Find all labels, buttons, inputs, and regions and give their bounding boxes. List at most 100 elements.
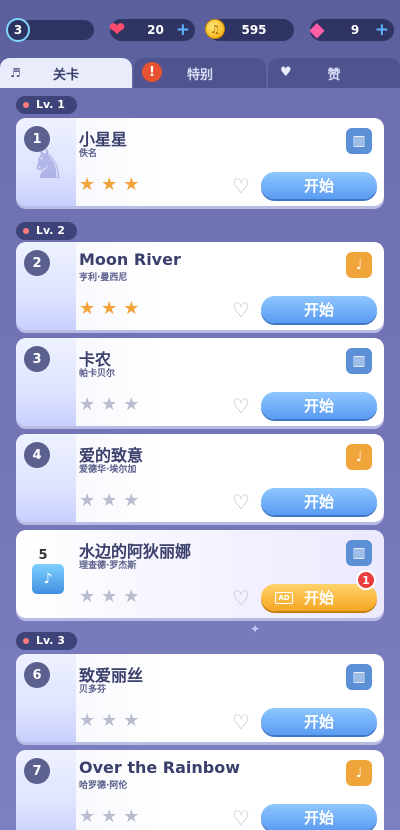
- star-empty-icon: ★: [123, 490, 140, 511]
- tab-bar: ♬ 关卡 ! 特别 ♥ 赞: [0, 58, 400, 88]
- gems-value: 9: [350, 23, 360, 37]
- notification-badge: 1: [356, 570, 376, 590]
- coin-icon: ♫: [202, 16, 228, 42]
- hearts-counter: ❤ 20 +: [109, 17, 195, 41]
- level-header-2: Lv. 2: [16, 222, 77, 240]
- song-title: Over the Rainbow: [79, 758, 241, 777]
- add-hearts-button[interactable]: +: [176, 20, 190, 40]
- favorite-heart-icon[interactable]: ♡: [232, 176, 250, 196]
- player-level-badge[interactable]: 3: [6, 18, 30, 42]
- song-number: 2: [24, 250, 50, 276]
- star-empty-icon: ★: [101, 586, 118, 607]
- start-button[interactable]: 开始: [261, 392, 377, 419]
- star-empty-icon: ★: [79, 394, 96, 415]
- add-gems-button[interactable]: +: [375, 20, 389, 40]
- song-card[interactable]: 4 爱的致意 爱德华·埃尔加 ★ ★ ★ ♡ 开始 ♩: [16, 434, 384, 522]
- song-number: 7: [24, 758, 50, 784]
- start-button-label: 开始: [303, 713, 334, 731]
- sparkle-icon: ✦: [250, 622, 261, 636]
- music-box-icon: ♪: [32, 564, 64, 594]
- star-rating: ★ ★ ★: [79, 492, 139, 510]
- song-number: 1: [24, 126, 50, 152]
- guitar-icon: ♩: [346, 760, 372, 786]
- song-card[interactable]: 7 Over the Rainbow 哈罗德·阿伦 ★ ★ ★ ♡ 开始 ♩: [16, 750, 384, 830]
- heart-icon: ❤: [108, 17, 126, 41]
- heart-icon: ♥: [280, 65, 292, 80]
- star-filled-icon: ★: [79, 298, 96, 319]
- song-number: 6: [24, 662, 50, 688]
- music-note-icon: ♬: [10, 66, 21, 80]
- favorite-heart-icon[interactable]: ♡: [232, 492, 250, 512]
- song-artist: 爱德华·埃尔加: [79, 465, 137, 475]
- star-rating: ★ ★ ★: [79, 588, 139, 606]
- favorite-heart-icon[interactable]: ♡: [232, 300, 250, 320]
- level-header-3: Lv. 3: [16, 632, 77, 650]
- song-number: 3: [24, 346, 50, 372]
- coins-counter: ♫ 595: [205, 19, 294, 41]
- start-button-label: 开始: [303, 493, 334, 511]
- song-card[interactable]: 3 卡农 帕卡贝尔 ★ ★ ★ ♡ 开始 ▥: [16, 338, 384, 426]
- piano-icon: ▥: [346, 128, 372, 154]
- star-empty-icon: ★: [101, 710, 118, 731]
- star-filled-icon: ★: [101, 174, 118, 195]
- star-filled-icon: ★: [79, 174, 96, 195]
- song-artist: 理查德·罗杰斯: [79, 561, 137, 571]
- song-card[interactable]: ♪ 5 水边的阿狄丽娜 理查德·罗杰斯 ★ ★ ★ ♡ AD 开始 ▥: [16, 530, 384, 618]
- piano-icon: ▥: [346, 664, 372, 690]
- star-empty-icon: ★: [123, 710, 140, 731]
- coins-value: 595: [241, 23, 267, 37]
- song-number: 4: [24, 442, 50, 468]
- favorite-heart-icon[interactable]: ♡: [232, 588, 250, 608]
- start-button[interactable]: 开始: [261, 708, 377, 735]
- start-button[interactable]: 开始: [261, 296, 377, 323]
- favorite-heart-icon[interactable]: ♡: [232, 396, 250, 416]
- star-empty-icon: ★: [101, 806, 118, 827]
- start-button-label: 开始: [303, 589, 334, 607]
- piano-icon: ▥: [346, 540, 372, 566]
- top-status-bar: 3 ❤ 20 + ♫ 595 ◆ 9 +: [0, 0, 400, 58]
- start-button-label: 开始: [303, 301, 334, 319]
- tab-special[interactable]: ! 特别: [134, 58, 266, 88]
- tab-levels-label: 关卡: [52, 67, 79, 83]
- song-number: 5: [38, 547, 48, 563]
- alert-icon: !: [142, 62, 162, 82]
- tab-levels[interactable]: ♬ 关卡: [0, 58, 132, 88]
- star-empty-icon: ★: [123, 806, 140, 827]
- tab-likes[interactable]: ♥ 赞: [268, 58, 400, 88]
- star-empty-icon: ★: [79, 586, 96, 607]
- song-card[interactable]: 2 Moon River 亨利·曼西尼 ★ ★ ★ ♡ 开始 ♩: [16, 242, 384, 330]
- star-rating: ★ ★ ★: [79, 176, 139, 194]
- gem-icon: ◆: [309, 17, 325, 41]
- star-filled-icon: ★: [101, 298, 118, 319]
- star-rating: ★ ★ ★: [79, 808, 139, 826]
- gems-counter: ◆ 9 +: [309, 17, 394, 41]
- favorite-heart-icon[interactable]: ♡: [232, 712, 250, 732]
- song-artist: 佚名: [79, 149, 98, 159]
- song-card[interactable]: ♞ 1 小星星 佚名 ★ ★ ★ ♡ 开始 ▥: [16, 118, 384, 206]
- star-empty-icon: ★: [79, 710, 96, 731]
- star-rating: ★ ★ ★: [79, 396, 139, 414]
- piano-icon: ▥: [346, 348, 372, 374]
- star-filled-icon: ★: [123, 298, 140, 319]
- start-button[interactable]: 开始: [261, 804, 377, 830]
- favorite-heart-icon[interactable]: ♡: [232, 808, 250, 828]
- hearts-value: 20: [147, 23, 164, 37]
- start-button-label: 开始: [303, 809, 334, 827]
- tab-special-label: 特别: [186, 67, 213, 83]
- star-filled-icon: ★: [123, 174, 140, 195]
- tab-likes-label: 赞: [327, 67, 341, 83]
- star-rating: ★ ★ ★: [79, 712, 139, 730]
- start-button[interactable]: 开始: [261, 488, 377, 515]
- star-rating: ★ ★ ★: [79, 300, 139, 318]
- start-button-label: 开始: [303, 177, 334, 195]
- start-button[interactable]: 开始: [261, 172, 377, 199]
- song-card[interactable]: 6 致爱丽丝 贝多芬 ★ ★ ★ ♡ 开始 ▥: [16, 654, 384, 742]
- star-empty-icon: ★: [101, 394, 118, 415]
- star-empty-icon: ★: [101, 490, 118, 511]
- guitar-icon: ♩: [346, 252, 372, 278]
- level-header-1: Lv. 1: [16, 96, 77, 114]
- star-empty-icon: ★: [79, 806, 96, 827]
- song-artist: 帕卡贝尔: [79, 369, 116, 379]
- guitar-icon: ♩: [346, 444, 372, 470]
- star-empty-icon: ★: [123, 586, 140, 607]
